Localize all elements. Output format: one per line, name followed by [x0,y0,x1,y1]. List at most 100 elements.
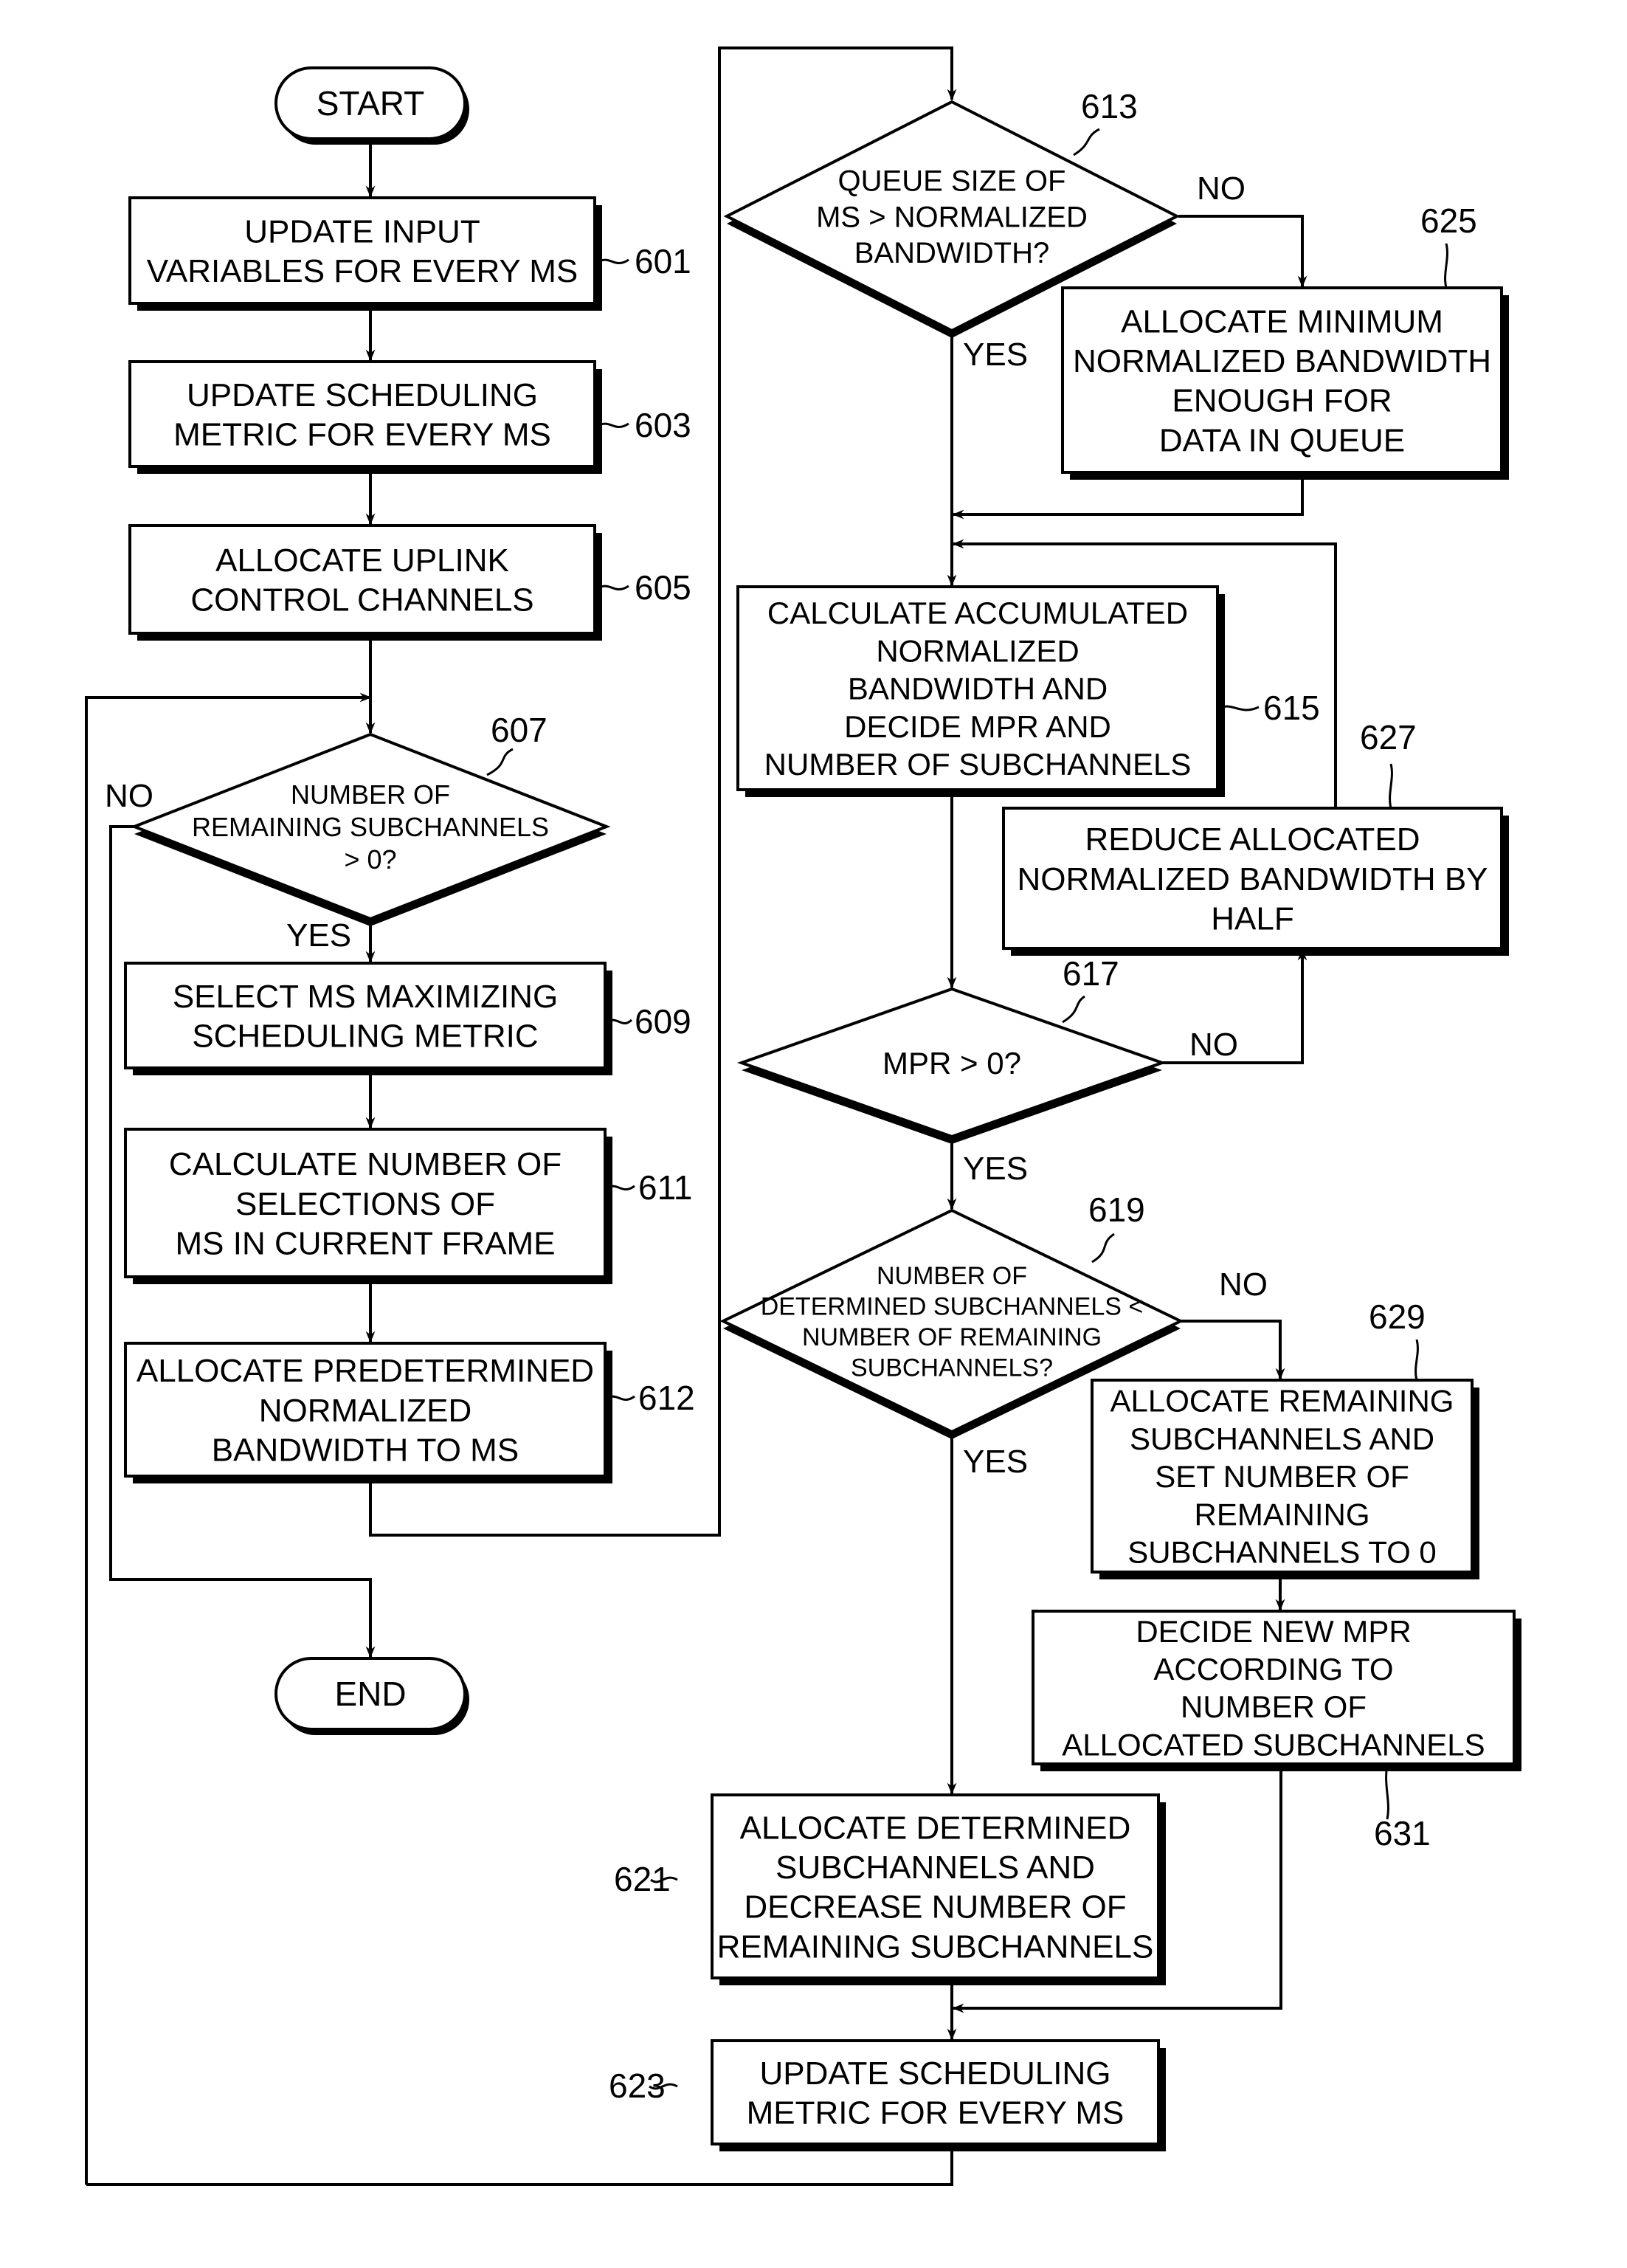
ref-number: 615 [1263,689,1320,727]
ref-number: 613 [1081,87,1138,125]
step-625-text-line: ALLOCATE MINIMUM [1121,303,1443,339]
ref-label-623: 623 [609,2067,678,2105]
step-605-text-line: CONTROL CHANNELS [190,582,533,618]
step-629-text-line: REMAINING [1194,1497,1369,1531]
ref-number: 611 [638,1168,692,1207]
process-box-609: SELECT MS MAXIMIZINGSCHEDULING METRIC [124,962,612,1075]
step-621-text-line: REMAINING SUBCHANNELS [717,1929,1154,1965]
step-629-text-line: SUBCHANNELS TO 0 [1127,1535,1437,1570]
step-619-text-line: NUMBER OF [877,1262,1027,1290]
ref-label-627: 627 [1360,718,1417,809]
ref-number: 605 [635,568,691,607]
ref-number: 631 [1374,1814,1431,1852]
ref-number: 612 [638,1379,695,1417]
branch-label-yes: YES [286,917,351,954]
process-box-631: DECIDE NEW MPRACCORDING TONUMBER OFALLOC… [1032,1610,1521,1771]
process-box-601: UPDATE INPUTVARIABLES FOR EVERY MS [128,196,602,311]
leader-line [1218,705,1260,711]
ref-number: 621 [614,1860,671,1898]
step-631-text-line: NUMBER OF [1181,1689,1367,1724]
step-629-text-line: SUBCHANNELS AND [1130,1421,1434,1456]
step-612-text-line: NORMALIZED [259,1393,471,1429]
ref-label-619: 619 [1088,1190,1145,1264]
ref-number: 603 [635,406,691,444]
ref-label-631: 631 [1374,1763,1431,1852]
leader-line [1091,1233,1115,1264]
step-613-text-line: MS > NORMALIZED [816,201,1088,233]
step-623-text-line: METRIC FOR EVERY MS [747,2095,1125,2131]
step-615-text-line: DECIDE MPR AND [844,709,1111,744]
leader-line [597,258,629,264]
step-611-text-line: CALCULATE NUMBER OF [169,1146,562,1182]
leader-line [1062,995,1085,1024]
ref-number: 629 [1369,1297,1426,1336]
ref-label-612: 612 [604,1379,695,1417]
shapes: STARTUPDATE INPUTVARIABLES FOR EVERY MSU… [105,66,1521,2151]
step-627-text-line: HALF [1211,901,1293,937]
start-terminal-label: START [317,84,425,123]
step-627-text-line: NORMALIZED BANDWIDTH BY [1017,861,1488,897]
ref-label-607: 607 [486,711,547,776]
ref-label-611: 611 [604,1168,692,1207]
ref-label-625: 625 [1420,201,1477,289]
step-612-text-line: BANDWIDTH TO MS [212,1433,519,1469]
step-615-text-line: NORMALIZED [876,633,1079,668]
step-629-text-line: ALLOCATE REMAINING [1110,1384,1454,1419]
step-625-text-line: DATA IN QUEUE [1159,422,1405,458]
ref-label-613: 613 [1073,87,1138,156]
step-619-text-line: SUBCHANNELS? [851,1354,1053,1382]
flowchart: STARTUPDATE INPUTVARIABLES FOR EVERY MSU… [85,46,1521,2186]
leader-line [1389,763,1393,809]
step-625-text-line: ENOUGH FOR [1172,383,1392,419]
step-601-text-line: UPDATE INPUT [244,214,480,250]
ref-label-629: 629 [1369,1297,1426,1381]
step-631-text-line: ACCORDING TO [1153,1652,1393,1686]
step-609-text-line: SCHEDULING METRIC [192,1018,538,1055]
step-631-text-line: ALLOCATED SUBCHANNELS [1062,1727,1485,1762]
arrow-613-625-no [1178,215,1308,288]
branch-label-no: NO [1197,170,1246,207]
process-box-625: ALLOCATE MINIMUM NORMALIZED BANDWIDTH ENOU… [1061,286,1509,480]
branch-label-no: NO [105,778,153,814]
arrow-619-629-no [1181,1320,1285,1380]
process-box-627: REDUCE ALLOCATEDNORMALIZED BANDWIDTH BY H… [1002,807,1509,956]
leader-line [1385,1763,1389,1820]
process-box-621: ALLOCATE DETERMINED SUBCHANNELS ANDDECREA… [711,1793,1166,1985]
step-605-text-line: ALLOCATE UPLINK [215,542,509,579]
branch-label-yes: YES [963,1444,1028,1480]
process-box-605: ALLOCATE UPLINKCONTROL CHANNELS [128,524,602,641]
step-629-text-line: SET NUMBER OF [1155,1459,1409,1494]
step-627-text-line: REDUCE ALLOCATED [1085,821,1420,858]
step-621-text-line: SUBCHANNELS AND [775,1850,1095,1886]
step-613-text-line: QUEUE SIZE OF [838,165,1066,198]
decision-diamond-617: MPR > 0? [736,987,1167,1144]
process-box-615: CALCULATE ACCUMULATEDNORMALIZED BANDWIDTH… [736,585,1225,797]
process-box-611: CALCULATE NUMBER OF SELECTIONS OF MS IN CU… [124,1128,612,1284]
branch-label-yes: YES [963,1151,1028,1187]
step-623-text-line: UPDATE SCHEDULING [760,2055,1111,2092]
leader-line [486,748,514,776]
step-607-text-line: > 0? [344,844,396,875]
step-603-text-line: UPDATE SCHEDULING [187,377,538,413]
step-607-text-line: REMAINING SUBCHANNELS [192,812,549,842]
branch-label-yes: YES [963,337,1028,373]
start-terminal: START [274,66,469,145]
process-box-612: ALLOCATE PREDETERMINED NORMALIZED BANDWIDT… [124,1342,612,1483]
end-terminal: END [274,1657,469,1735]
step-621-text-line: ALLOCATE DETERMINED [740,1810,1131,1846]
leader-line [1414,1339,1419,1381]
step-603-text-line: METRIC FOR EVERY MS [173,417,551,453]
ref-label-617: 617 [1062,954,1119,1024]
ref-label-621: 621 [614,1860,678,1898]
step-631-text-line: DECIDE NEW MPR [1136,1614,1411,1649]
ref-label-615: 615 [1218,689,1320,727]
step-612-text-line: ALLOCATE PREDETERMINED [137,1353,594,1389]
ref-number: 601 [635,242,691,280]
leader-line [597,585,629,590]
leader-line [597,422,629,428]
step-613-text-line: BANDWIDTH? [854,237,1049,269]
ref-number: 623 [609,2067,666,2105]
step-615-text-line: NUMBER OF SUBCHANNELS [764,747,1192,782]
step-611-text-line: SELECTIONS OF [235,1186,495,1222]
leader-line [1073,128,1100,156]
